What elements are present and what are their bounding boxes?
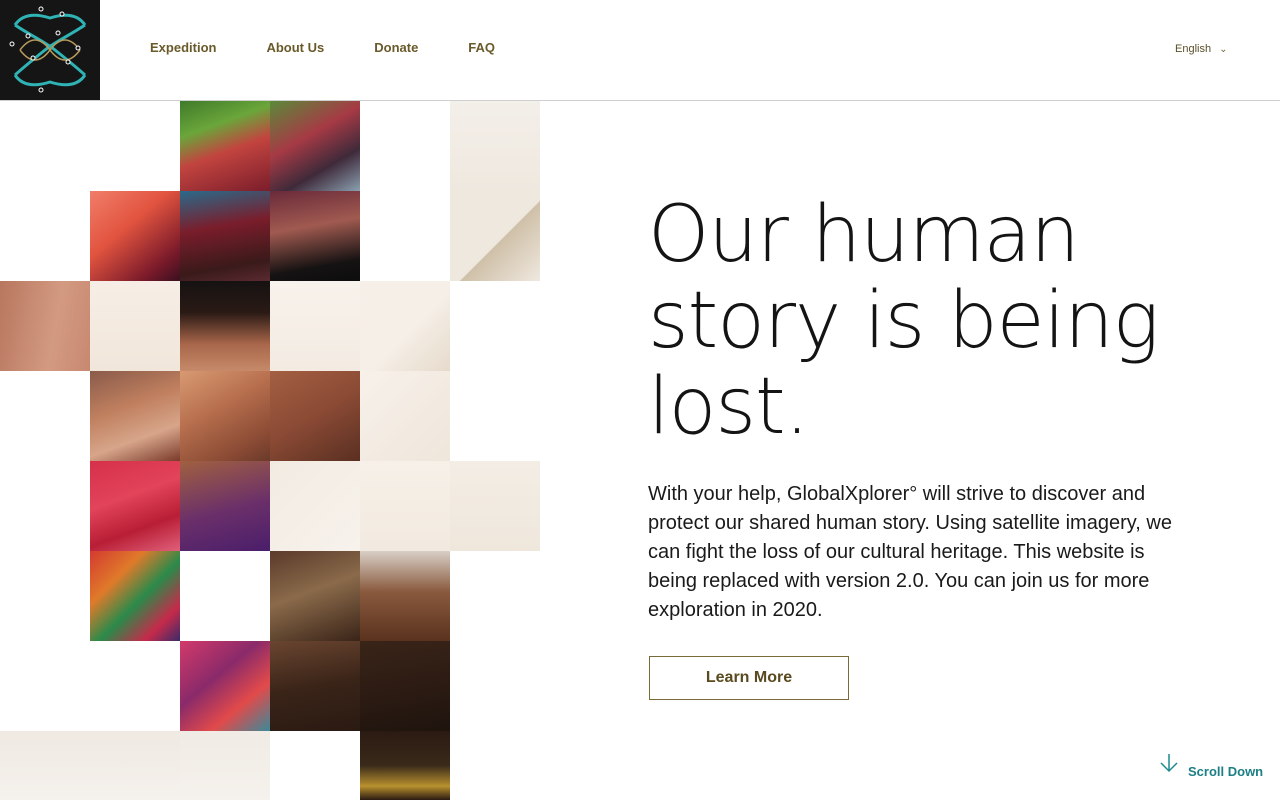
mosaic-tile: [270, 191, 360, 281]
hero-title: Our human story is being lost.: [648, 190, 1159, 452]
arrow-down-icon: [1158, 752, 1180, 779]
main-nav: Expedition About Us Donate FAQ: [150, 40, 545, 55]
mosaic-tile: [270, 551, 360, 641]
mosaic-tile: [180, 281, 270, 371]
site-header: Expedition About Us Donate FAQ English ⌄: [0, 0, 1280, 101]
mosaic-tile: [360, 461, 450, 551]
mosaic-tile: [450, 461, 540, 551]
mosaic-tile: [270, 371, 360, 461]
chevron-down-icon: ⌄: [1219, 43, 1228, 55]
language-label: English: [1175, 43, 1212, 55]
photo-mosaic: [0, 101, 560, 800]
hero-description: With your help, GlobalXplorer° will stri…: [648, 483, 1172, 621]
mosaic-tile: [270, 641, 360, 731]
mosaic-tile: [90, 281, 180, 371]
nav-donate[interactable]: Donate: [374, 40, 418, 55]
mosaic-tile: [180, 191, 270, 281]
mosaic-tile: [360, 551, 450, 641]
mosaic-tile: [450, 191, 540, 281]
mosaic-tile: [360, 371, 450, 461]
nav-expedition[interactable]: Expedition: [150, 40, 216, 55]
nav-about-us[interactable]: About Us: [266, 40, 324, 55]
language-selector[interactable]: English ⌄: [1175, 43, 1227, 55]
learn-more-button[interactable]: Learn More: [649, 656, 849, 700]
nav-faq[interactable]: FAQ: [468, 40, 495, 55]
scroll-down-label: Scroll Down: [1188, 764, 1264, 779]
mosaic-tile: [0, 731, 180, 800]
mosaic-tile: [270, 461, 360, 551]
mosaic-tile: [270, 281, 360, 371]
mosaic-tile: [90, 551, 180, 641]
mosaic-tile: [180, 371, 270, 461]
mosaic-tile: [360, 731, 450, 800]
mosaic-tile: [90, 461, 180, 551]
mosaic-tile: [270, 101, 360, 191]
mosaic-tile: [180, 731, 270, 800]
mosaic-tile: [180, 101, 270, 191]
mosaic-tile: [360, 281, 450, 371]
mosaic-tile: [180, 641, 270, 731]
mosaic-tile: [90, 371, 180, 461]
mosaic-tile: [360, 641, 450, 731]
mosaic-tile: [450, 101, 540, 191]
logo-icon: [9, 6, 87, 93]
logo[interactable]: [0, 0, 100, 100]
mosaic-tile: [180, 461, 270, 551]
mosaic-tile: [0, 281, 90, 371]
scroll-down-link[interactable]: Scroll Down: [1158, 752, 1263, 779]
mosaic-tile: [90, 191, 180, 281]
